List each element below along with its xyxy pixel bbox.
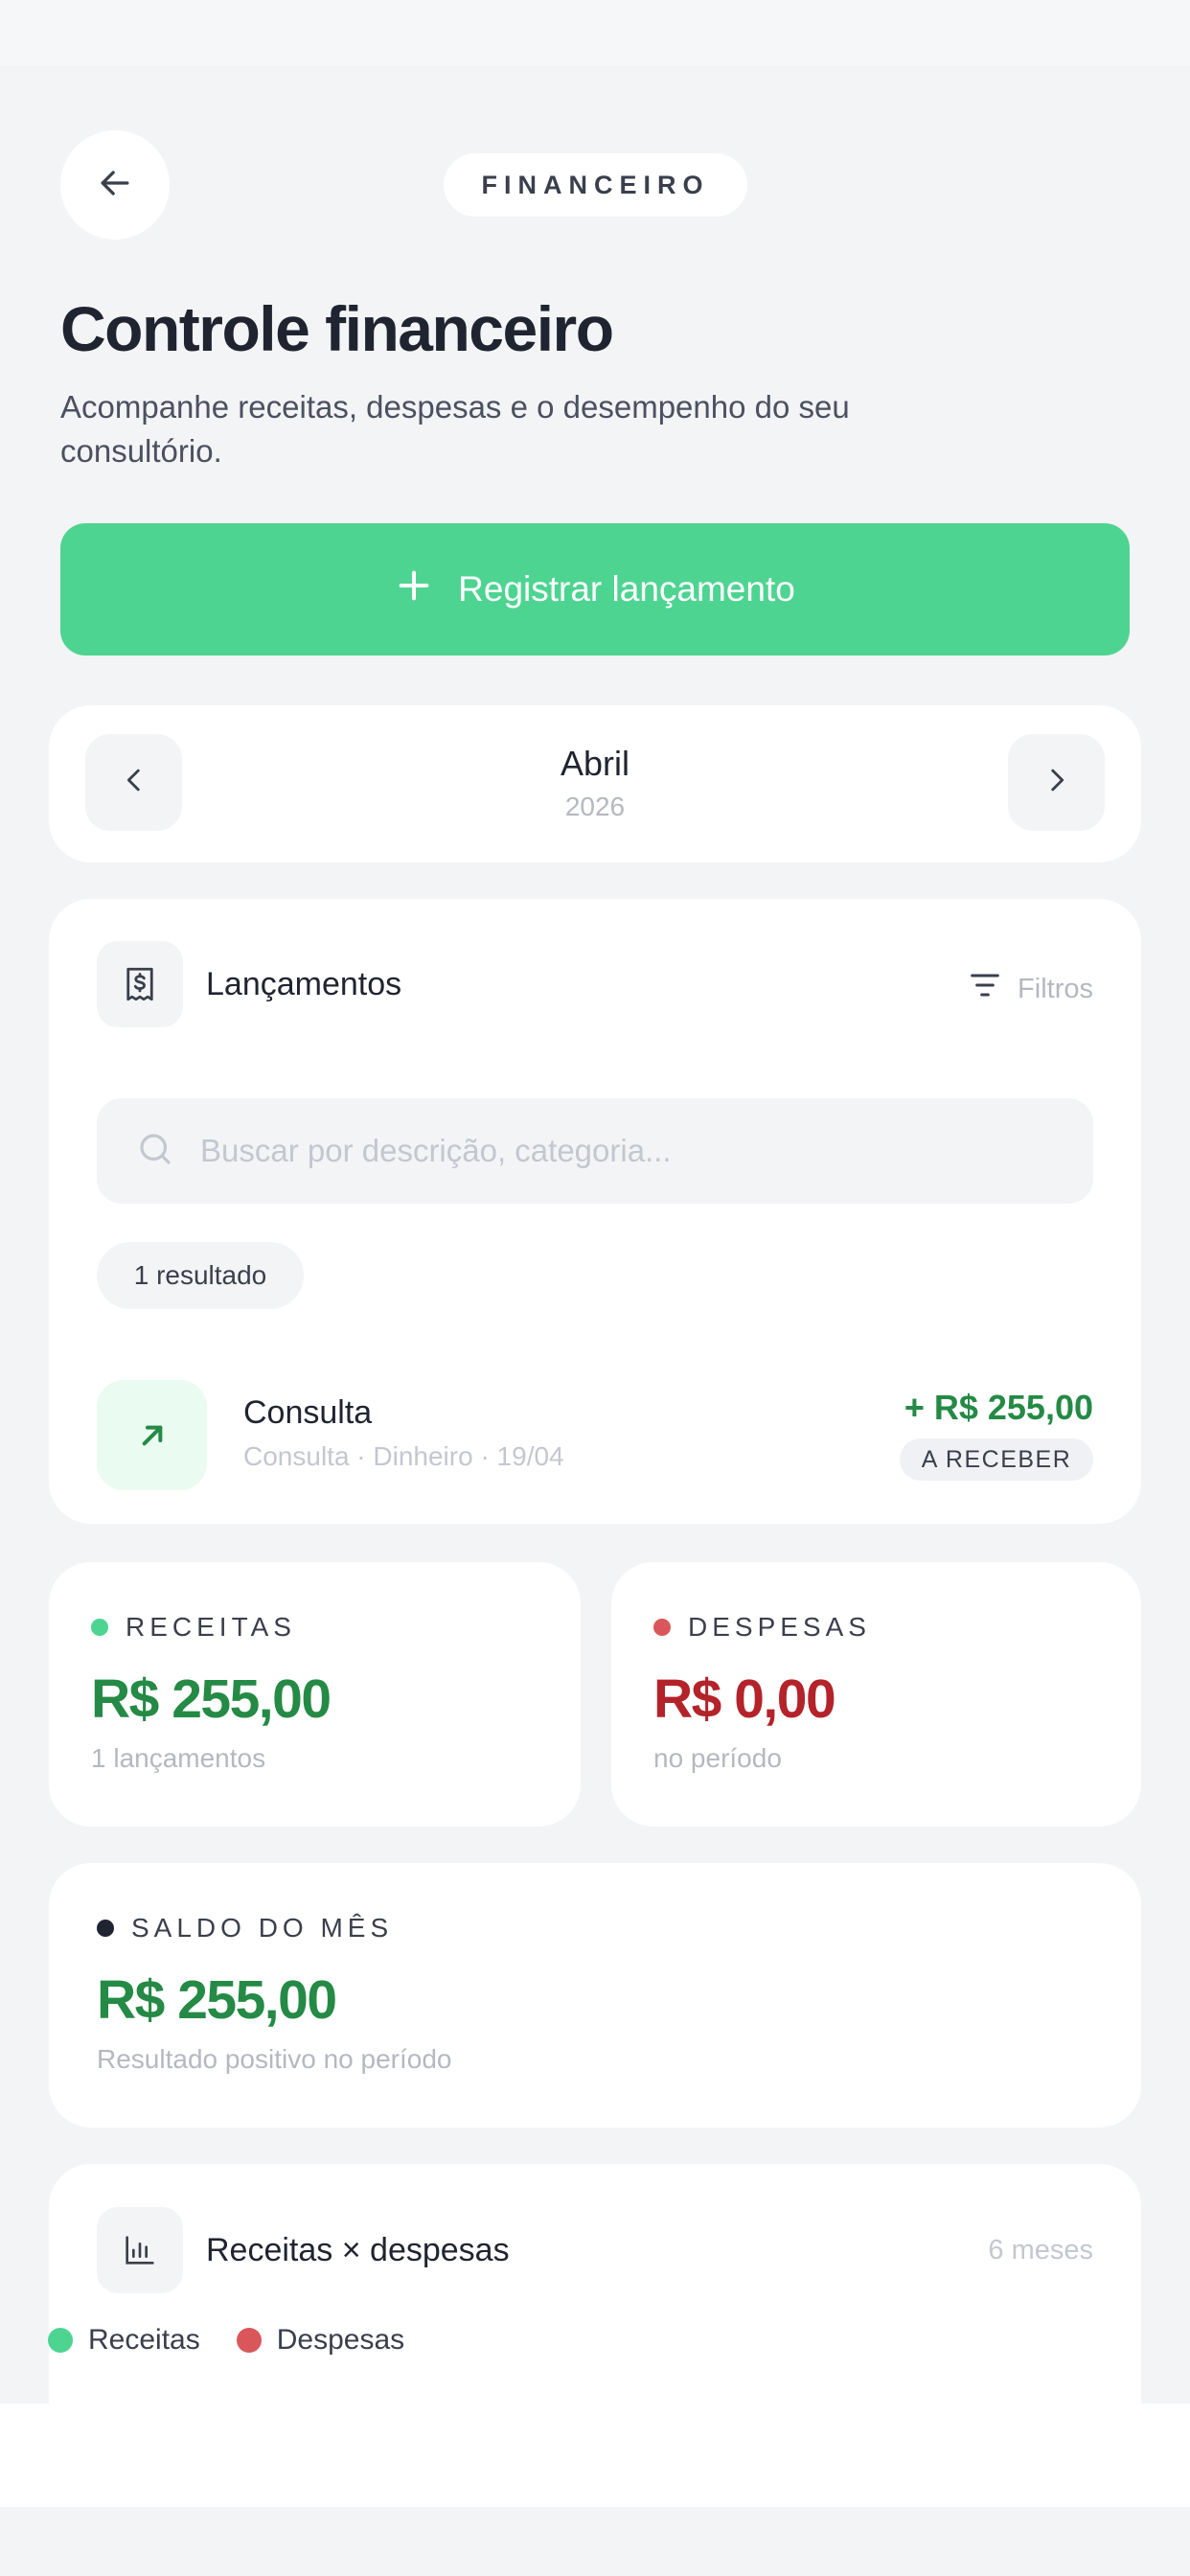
legend-item-income: Receitas (48, 2324, 200, 2357)
search-icon (135, 1129, 175, 1174)
filters-button[interactable]: Filtros (966, 966, 1093, 1012)
back-button[interactable] (60, 130, 170, 240)
income-dot (91, 1619, 108, 1636)
legend-expense-dot (236, 2328, 262, 2353)
income-sub: 1 lançamentos (91, 1743, 266, 1773)
entry-meta: Consulta · Dinheiro · 19/04 (243, 1441, 564, 1471)
balance-sub: Resultado positivo no período (97, 2044, 452, 2074)
entries-title: Lançamentos (206, 966, 402, 1002)
chart-panel-title: Receitas × despesas (206, 2232, 510, 2268)
filters-label: Filtros (1018, 973, 1093, 1004)
bottom-bar (0, 2404, 1190, 2507)
month-selector: Abril 2026 (49, 705, 1141, 862)
expense-sub: no período (653, 1743, 782, 1773)
expense-dot (653, 1619, 671, 1636)
month-label: Abril (560, 744, 630, 783)
income-value: R$ 255,00 (91, 1668, 332, 1730)
chevron-right-icon (1041, 764, 1073, 801)
arrow-up-right-icon (97, 1380, 207, 1490)
result-count: 1 resultado (97, 1242, 304, 1309)
balance-value: R$ 255,00 (97, 1969, 337, 2031)
search-input[interactable] (200, 1133, 1063, 1169)
balance-label-row: SALDO DO MÊS (97, 1913, 393, 1944)
receipt-dollar-icon (97, 941, 183, 1027)
register-entry-label: Registrar lançamento (458, 569, 795, 609)
chart-legend: Receitas Despesas (48, 2324, 404, 2357)
filter-icon (966, 966, 1004, 1012)
income-label: RECEITAS (126, 1612, 296, 1642)
section-pill: FINANCEIRO (444, 153, 747, 217)
entry-amount: + R$ 255,00 (904, 1388, 1093, 1427)
bar-chart-icon (97, 2207, 183, 2293)
expense-summary-card: DESPESAS R$ 0,00 no período (611, 1562, 1141, 1827)
income-summary-card: RECEITAS R$ 255,00 1 lançamentos (49, 1562, 581, 1827)
home-indicator-area (0, 2507, 1190, 2576)
income-label-row: RECEITAS (91, 1612, 296, 1643)
expense-value: R$ 0,00 (653, 1668, 836, 1730)
chart-range-label: 6 meses (988, 2235, 1093, 2266)
status-badge: A RECEBER (900, 1438, 1093, 1481)
balance-label: SALDO DO MÊS (131, 1913, 394, 1943)
balance-card: SALDO DO MÊS R$ 255,00 Resultado positiv… (49, 1863, 1141, 2128)
entry-title: Consulta (243, 1394, 373, 1431)
register-entry-button[interactable]: Registrar lançamento (60, 523, 1130, 656)
legend-expense-label: Despesas (276, 2324, 405, 2356)
page-subtitle: Acompanhe receitas, despesas e o desempe… (60, 389, 850, 469)
plus-icon (395, 566, 433, 613)
status-bar (0, 0, 1190, 65)
expense-label-row: DESPESAS (653, 1612, 871, 1643)
arrow-left-icon (94, 162, 136, 209)
page-title: Controle financeiro (60, 293, 614, 364)
legend-item-expenses: Despesas (236, 2324, 405, 2357)
legend-income-label: Receitas (88, 2324, 200, 2356)
search-box (97, 1098, 1093, 1204)
next-month-button[interactable] (1008, 734, 1105, 831)
legend-income-dot (48, 2328, 73, 2353)
expense-label: DESPESAS (688, 1612, 871, 1642)
entries-card: Lançamentos Filtros 1 resultado Consulta… (49, 899, 1141, 1524)
year-label: 2026 (564, 792, 626, 821)
balance-dot (97, 1920, 114, 1937)
